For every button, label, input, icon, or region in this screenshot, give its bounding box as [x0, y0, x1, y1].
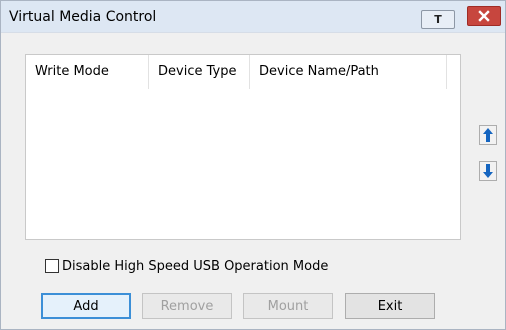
move-up-button[interactable] — [479, 125, 497, 145]
pin-icon: T — [434, 13, 442, 26]
disable-high-speed-usb-label[interactable]: Disable High Speed USB Operation Mode — [62, 259, 328, 274]
move-down-button[interactable] — [479, 161, 497, 181]
arrow-up-icon — [483, 128, 493, 142]
pin-button[interactable]: T — [421, 10, 455, 29]
arrow-down-icon — [483, 164, 493, 178]
device-list-header: Write Mode Device Type Device Name/Path — [26, 55, 460, 89]
column-header-write-mode[interactable]: Write Mode — [26, 55, 149, 89]
add-button[interactable]: Add — [41, 293, 131, 319]
virtual-media-control-window: Virtual Media Control T Write Mode Devic… — [0, 0, 506, 330]
mount-button[interactable]: Mount — [243, 293, 333, 319]
disable-high-speed-usb-option[interactable]: Disable High Speed USB Operation Mode — [45, 257, 328, 275]
column-header-device-type[interactable]: Device Type — [149, 55, 250, 89]
column-header-device-name-path[interactable]: Device Name/Path — [250, 55, 447, 89]
remove-button[interactable]: Remove — [142, 293, 232, 319]
close-icon — [478, 10, 490, 22]
device-list[interactable]: Write Mode Device Type Device Name/Path — [25, 54, 461, 240]
exit-button[interactable]: Exit — [345, 293, 435, 319]
disable-high-speed-usb-checkbox[interactable] — [45, 259, 59, 273]
title-bar: Virtual Media Control T — [1, 1, 505, 33]
window-title: Virtual Media Control — [9, 9, 157, 25]
close-button[interactable] — [467, 6, 501, 26]
